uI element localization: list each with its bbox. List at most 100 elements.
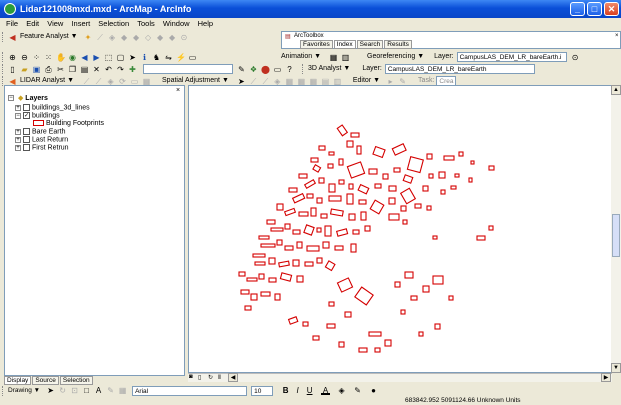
layer-checkbox[interactable] [23, 136, 30, 143]
marker-color-icon[interactable]: ● [369, 386, 378, 395]
layer-checkbox[interactable] [23, 128, 30, 135]
rectangle-icon[interactable]: □ [82, 386, 91, 395]
find-icon[interactable]: ♞ [152, 53, 161, 62]
html-popup-icon[interactable]: ▭ [188, 53, 197, 62]
line-color-icon[interactable]: ✎ [353, 386, 362, 395]
menu-help[interactable]: Help [198, 19, 213, 28]
minimize-button[interactable]: _ [570, 2, 585, 16]
tab-selection[interactable]: Selection [59, 376, 93, 385]
layer-checkbox[interactable] [23, 144, 30, 151]
map-display[interactable] [188, 85, 612, 373]
drawing-menu[interactable]: Drawing ▼ [8, 387, 40, 394]
menu-selection[interactable]: Selection [98, 19, 129, 28]
data-view-icon[interactable]: ◙ [189, 374, 193, 380]
paste-icon[interactable]: ▤ [80, 65, 89, 74]
copy-icon[interactable]: ❐ [68, 65, 77, 74]
zoom-in-icon[interactable]: ⊕ [8, 53, 17, 62]
tab-display[interactable]: Display [4, 376, 32, 385]
wizard-icon[interactable]: ✦ [84, 33, 93, 42]
pause-drawing-icon[interactable]: Ⅱ [218, 374, 221, 381]
feature-analyst-icon[interactable]: ◀ [8, 33, 17, 42]
layer-checkbox[interactable]: ✓ [23, 112, 30, 119]
layout-view-icon[interactable]: ▯ [198, 374, 201, 381]
text-icon[interactable]: A [94, 386, 103, 395]
tab-favorites[interactable]: Favorites [300, 40, 333, 49]
open-icon[interactable]: ▰ [20, 65, 29, 74]
menu-edit[interactable]: Edit [26, 19, 39, 28]
forward-icon[interactable]: ▶ [92, 53, 101, 62]
add-data-icon[interactable]: ✚ [128, 65, 137, 74]
font-select[interactable]: Arial [132, 385, 248, 396]
menu-file[interactable]: File [6, 19, 18, 28]
menu-view[interactable]: View [47, 19, 63, 28]
save-icon[interactable]: ▣ [32, 65, 41, 74]
back-icon[interactable]: ◀ [80, 53, 89, 62]
georef-layer-select[interactable]: CampusLAS_DEM_LR_bareEarth.i [456, 52, 567, 62]
animation-tool-icon[interactable]: ▥ [341, 53, 350, 62]
underline-icon[interactable]: U [305, 386, 314, 395]
arctoolbox-toggle-icon[interactable]: ⬤ [261, 65, 270, 74]
scroll-down-icon[interactable]: ▼ [611, 363, 621, 373]
map-horizontal-scrollbar[interactable]: ◙ ▯ ↻ Ⅱ ◀ ▶ [188, 373, 612, 382]
georef-tool-icon[interactable]: ⊙ [571, 53, 580, 62]
expand-icon[interactable]: + [15, 128, 21, 135]
print-icon[interactable]: ⎙ [44, 65, 53, 74]
maximize-button[interactable]: □ [587, 2, 602, 16]
full-extent-icon[interactable]: ◉ [68, 53, 77, 62]
close-button[interactable]: ✕ [604, 2, 619, 16]
measure-icon[interactable]: ⇋ [164, 53, 173, 62]
menu-insert[interactable]: Insert [71, 19, 90, 28]
redo-icon[interactable]: ↷ [116, 65, 125, 74]
menu-window[interactable]: Window [163, 19, 190, 28]
3d-analyst-menu[interactable]: 3D Analyst ▼ [308, 63, 350, 75]
layer-checkbox[interactable] [23, 104, 30, 111]
font-size-select[interactable]: 10 [251, 385, 274, 396]
new-document-icon[interactable]: ▯ [8, 65, 17, 74]
menu-tools[interactable]: Tools [137, 19, 155, 28]
select-elements-icon[interactable]: ➤ [46, 386, 55, 395]
cut-icon[interactable]: ✂ [56, 65, 65, 74]
table-of-contents-icon[interactable]: ❖ [249, 65, 258, 74]
scroll-right-icon[interactable]: ▶ [601, 373, 611, 382]
expand-icon[interactable]: + [15, 136, 21, 143]
map-vertical-scrollbar[interactable]: ▲ ▼ [611, 85, 621, 373]
select-elements-icon[interactable]: ➤ [128, 53, 137, 62]
arctoolbox-close-icon[interactable]: × [615, 33, 619, 39]
command-line-icon[interactable]: ▭ [273, 65, 282, 74]
identify-icon[interactable]: ℹ [140, 53, 149, 62]
whats-this-icon[interactable]: ? [285, 65, 294, 74]
map-scale-select[interactable] [143, 64, 233, 74]
bold-icon[interactable]: B [281, 386, 290, 395]
toc-layer-first-return[interactable]: + First Retrun [15, 144, 69, 152]
tab-source[interactable]: Source [32, 376, 59, 385]
collapse-icon[interactable]: − [15, 112, 21, 119]
tab-index[interactable]: Index [333, 40, 356, 49]
select-features-icon[interactable]: ⬚ [104, 53, 113, 62]
feature-analyst-menu[interactable]: Feature Analyst ▼ [20, 31, 78, 43]
toc-layers-root[interactable]: − ◆ Layers [8, 95, 48, 103]
delete-icon[interactable]: ✕ [92, 65, 101, 74]
font-color-icon[interactable]: A [321, 386, 331, 395]
clear-selection-icon[interactable]: ▢ [116, 53, 125, 62]
3d-layer-select[interactable]: CampusLAS_DEM_LR_bareEarth [384, 64, 535, 74]
tab-results[interactable]: Results [384, 40, 412, 49]
refresh-view-icon[interactable]: ↻ [208, 374, 213, 381]
fixed-zoom-out-icon[interactable]: ⁙ [44, 53, 53, 62]
animation-tool-icon[interactable]: ▦ [329, 53, 338, 62]
tab-search[interactable]: Search [356, 40, 384, 49]
scroll-thumb[interactable] [612, 214, 620, 257]
collapse-icon[interactable]: − [8, 95, 14, 102]
toc-close-icon[interactable]: × [176, 87, 180, 94]
editor-toolbar-icon[interactable]: ✎ [237, 65, 246, 74]
italic-icon[interactable]: I [293, 386, 302, 395]
georeferencing-menu[interactable]: Georeferencing ▼ [367, 51, 424, 63]
scroll-up-icon[interactable]: ▲ [611, 85, 621, 95]
fixed-zoom-in-icon[interactable]: ⁘ [32, 53, 41, 62]
expand-icon[interactable]: + [15, 104, 21, 111]
pan-icon[interactable]: ✋ [56, 53, 66, 62]
expand-icon[interactable]: + [15, 144, 21, 151]
hyperlink-icon[interactable]: ⚡ [176, 53, 186, 62]
undo-icon[interactable]: ↶ [104, 65, 113, 74]
animation-menu[interactable]: Animation ▼ [281, 51, 321, 63]
zoom-out-icon[interactable]: ⊖ [20, 53, 29, 62]
